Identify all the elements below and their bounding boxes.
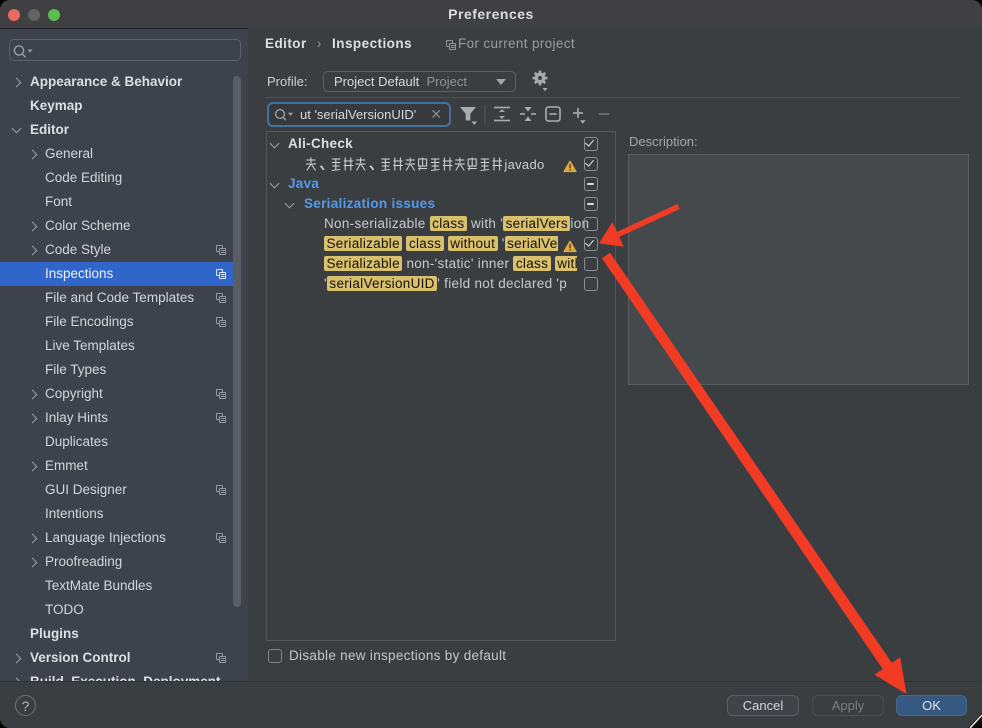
- svg-text:javado: javado: [503, 157, 544, 172]
